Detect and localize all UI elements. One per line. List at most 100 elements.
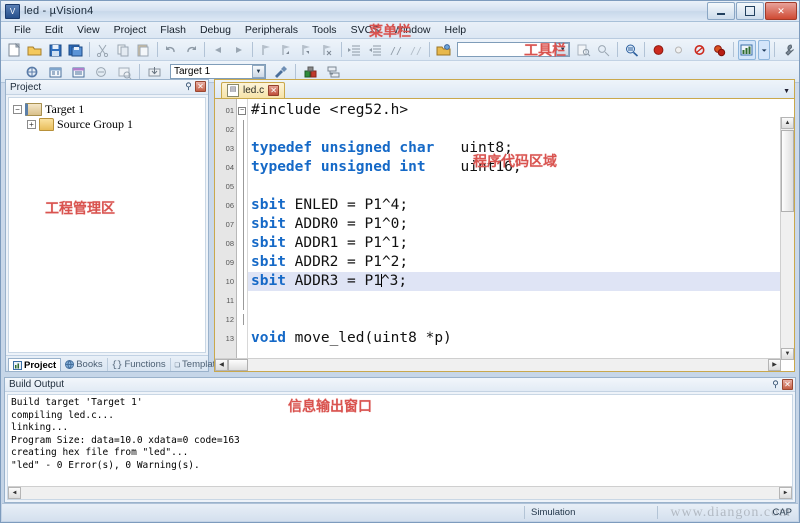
window-controls: ✕	[707, 2, 797, 20]
tree-item-label: Target 1	[45, 102, 84, 117]
collapse-expander-icon[interactable]: −	[13, 105, 22, 114]
code-line[interactable]: #include <reg52.h>	[248, 101, 794, 120]
menu-item-peripherals[interactable]: Peripherals	[238, 23, 305, 37]
menu-item-debug[interactable]: Debug	[193, 23, 238, 37]
fold-margin[interactable]: −	[237, 99, 248, 371]
tab-project[interactable]: Project	[8, 358, 61, 371]
scroll-up-icon[interactable]: ▲	[781, 117, 794, 129]
insert-breakpoint-icon[interactable]	[649, 40, 667, 60]
open-file-icon[interactable]	[25, 40, 43, 60]
scroll-left-icon[interactable]: ◀	[215, 359, 228, 371]
menu-item-flash[interactable]: Flash	[153, 23, 193, 37]
code-line[interactable]	[248, 120, 794, 139]
fold-line	[243, 196, 244, 215]
code-line[interactable]: void move_led(uint8 *p)	[248, 329, 794, 348]
line-number: 11	[215, 291, 236, 310]
menu-item-edit[interactable]: Edit	[38, 23, 70, 37]
save-icon[interactable]	[46, 40, 64, 60]
enable-disable-breakpoints-icon[interactable]	[710, 40, 728, 60]
expand-expander-icon[interactable]: +	[27, 120, 36, 129]
editor-tab-label: led.c	[243, 85, 264, 96]
menu-item-file[interactable]: File	[7, 23, 38, 37]
toolbar-separator	[617, 42, 618, 57]
code-line-tail2: ^3;	[381, 273, 407, 289]
menu-item-view[interactable]: View	[70, 23, 107, 37]
code-line[interactable]: sbit ADDR0 = P1^0;	[248, 215, 794, 234]
pin-icon[interactable]: ⚲	[771, 379, 780, 390]
maximize-button[interactable]	[736, 2, 764, 20]
project-panel: Project ⚲ ✕ − Target 1 + Source	[5, 79, 209, 372]
fold-collapse-icon[interactable]: −	[238, 107, 246, 115]
outdent-icon	[366, 40, 384, 60]
books-icon	[65, 360, 74, 369]
code-text[interactable]: #include <reg52.h> typedef unsigned char…	[248, 99, 794, 371]
minimize-button[interactable]	[707, 2, 735, 20]
save-all-icon[interactable]	[66, 40, 84, 60]
window-title: led - µVision4	[24, 5, 93, 17]
new-file-icon[interactable]	[5, 40, 23, 60]
tab-books[interactable]: Books	[61, 358, 107, 371]
editor-tab-row: ▤ led.c ✕ ▼	[215, 80, 794, 99]
svg-text://: //	[410, 46, 422, 57]
code-line-active[interactable]: sbit ADDR3 = P1^3;	[248, 272, 794, 291]
editor-horizontal-scrollbar[interactable]: ◀ ▶	[215, 358, 781, 371]
code-keyword: sbit	[251, 235, 286, 251]
build-horizontal-scrollbar[interactable]: ◀ ▶	[8, 486, 792, 499]
chevron-down-icon[interactable]: ▼	[783, 88, 790, 95]
scroll-right-icon[interactable]: ▶	[768, 359, 781, 371]
code-line[interactable]: sbit ENLED = P1^4;	[248, 196, 794, 215]
toolbar-separator	[429, 42, 430, 57]
debug-windows-dropdown-icon[interactable]	[758, 40, 770, 60]
scroll-down-icon[interactable]: ▼	[781, 348, 794, 360]
open-folder-icon[interactable]	[434, 40, 452, 60]
editor-tab-led-c[interactable]: ▤ led.c ✕	[221, 82, 285, 98]
find-next-icon[interactable]	[622, 40, 640, 60]
code-line-tail: ADDR1 = P1^1;	[286, 235, 408, 251]
build-output-line: "led" - 0 Error(s), 0 Warning(s).	[11, 460, 789, 473]
chevron-down-icon[interactable]: ▼	[252, 65, 265, 78]
debug-windows-icon[interactable]	[738, 40, 756, 60]
close-icon[interactable]: ✕	[782, 379, 793, 390]
close-icon[interactable]: ✕	[195, 81, 206, 92]
code-keyword: sbit	[251, 216, 286, 232]
code-line[interactable]: sbit ADDR1 = P1^1;	[248, 234, 794, 253]
tree-item-source-group[interactable]: + Source Group 1	[13, 117, 205, 132]
tree-item-target[interactable]: − Target 1	[13, 102, 205, 117]
code-line[interactable]	[248, 291, 794, 310]
disable-breakpoint-icon[interactable]	[690, 40, 708, 60]
configuration-wizard-icon[interactable]	[779, 40, 797, 60]
svg-text://: //	[390, 46, 402, 57]
line-number: 03	[215, 139, 236, 158]
scroll-thumb[interactable]	[781, 130, 794, 212]
fold-line	[243, 291, 244, 310]
paste-icon	[134, 40, 152, 60]
code-line-tail: ENLED = P1^4;	[286, 197, 408, 213]
build-output-text[interactable]: Build target 'Target 1' compiling led.c.…	[7, 394, 793, 500]
close-icon[interactable]: ✕	[268, 85, 279, 96]
tab-functions[interactable]: {} Functions	[108, 358, 171, 371]
menu-item-help[interactable]: Help	[438, 23, 474, 37]
scroll-thumb[interactable]	[228, 359, 248, 371]
fold-line	[243, 234, 244, 253]
fold-end	[243, 314, 244, 325]
editor-surface[interactable]: 01 02 03 04 05 06 07 08 09 10 11 12 13 −	[215, 99, 794, 371]
close-button[interactable]: ✕	[765, 2, 797, 20]
editor-vertical-scrollbar[interactable]: ▲ ▼	[780, 117, 794, 360]
scroll-right-icon[interactable]: ▶	[779, 487, 792, 499]
menu-item-tools[interactable]: Tools	[305, 23, 344, 37]
kill-all-breakpoints-icon[interactable]	[670, 40, 688, 60]
pin-icon[interactable]: ⚲	[184, 81, 193, 92]
code-line[interactable]	[248, 310, 794, 329]
project-tree[interactable]: − Target 1 + Source Group 1 工程管理区	[8, 97, 206, 353]
target-select[interactable]: Target 1 ▼	[170, 64, 266, 79]
toolbar-separator	[252, 42, 253, 57]
c-file-icon: ▤	[227, 84, 239, 97]
line-number-gutter: 01 02 03 04 05 06 07 08 09 10 11 12 13	[215, 99, 237, 371]
code-keyword: sbit	[251, 273, 286, 289]
menu-item-project[interactable]: Project	[107, 23, 154, 37]
code-keyword: sbit	[251, 254, 286, 270]
code-line[interactable]	[248, 177, 794, 196]
scroll-left-icon[interactable]: ◀	[8, 487, 21, 499]
incremental-find-icon	[595, 40, 613, 60]
code-line[interactable]: sbit ADDR2 = P1^2;	[248, 253, 794, 272]
